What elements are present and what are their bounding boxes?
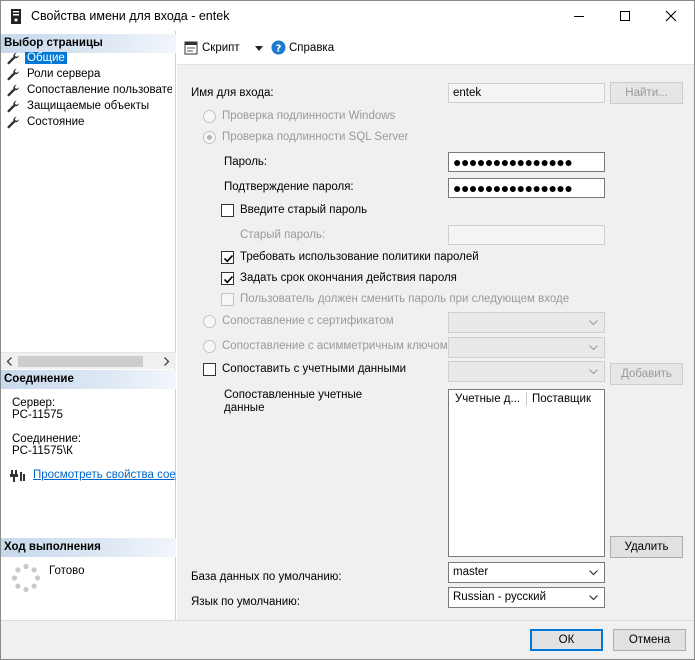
server-value: PC-11575 [12,409,63,421]
nav-item-label: Сопоставление пользователей [27,84,172,96]
asym-key-mapping-label: Сопоставление с асимметричным ключом [222,340,448,352]
chevron-down-icon [589,570,598,576]
old-password-checkbox-label: Введите старый пароль [240,204,368,216]
app-icon [11,9,21,24]
connection-value: PC-11575\К [12,445,73,457]
cert-mapping-radio[interactable] [203,315,216,328]
must-change-label: Пользователь должен сменить пароль при с… [240,293,570,305]
credential-combo[interactable] [448,361,605,382]
default-lang-label: Язык по умолчанию: [191,596,300,608]
chevron-down-icon [589,369,598,375]
mapped-credentials-label-line2: данные [224,402,265,414]
chevron-down-icon [589,320,598,326]
nav-item-label: Общие [25,52,67,64]
progress-status: Готово [49,565,85,577]
grid-column-separator[interactable] [526,392,527,406]
window-title: Свойства имени для входа - entek [31,9,230,23]
enforce-policy-label: Требовать использование политики паролей [240,251,479,263]
chevron-down-icon[interactable] [255,46,263,51]
progress-spinner-icon [11,563,41,593]
nav-item-label: Состояние [27,116,85,128]
dialog-button-bar: ОК Отмена [1,620,694,659]
asym-key-combo[interactable] [448,337,605,358]
close-button[interactable] [648,1,694,31]
old-password-label: Старый пароль: [240,229,326,241]
chevron-right-icon[interactable] [163,357,170,366]
connection-properties-icon [10,470,25,482]
confirm-password-field[interactable]: ●●●●●●●●●●●●●●● [448,178,605,198]
grid-header-credential[interactable]: Учетные д... [455,393,520,405]
sql-auth-radio[interactable] [203,131,216,144]
nav-item-label: Защищаемые объекты [27,100,150,112]
chevron-down-icon [589,345,598,351]
cert-mapping-label: Сопоставление с сертификатом [222,315,394,327]
must-change-checkbox[interactable] [221,293,234,306]
select-page-header: Выбор страницы [1,34,176,53]
nav-horizontal-scrollbar[interactable] [1,352,176,369]
wrench-icon [7,100,19,113]
cancel-button[interactable]: Отмена [613,629,686,651]
find-button[interactable]: Найти... [610,82,683,104]
windows-auth-label: Проверка подлинности Windows [222,110,396,122]
default-db-combo[interactable]: master [448,562,605,583]
login-name-field[interactable]: entek [448,83,605,103]
connection-label: Соединение: [12,433,82,445]
checkmark-icon [223,275,234,284]
help-label: Справка [289,42,335,54]
minimize-button[interactable] [556,1,602,31]
server-label: Сервер: [12,397,56,409]
left-pane: Выбор страницы Общие Роли сервера Сопост… [1,31,176,620]
enforce-expiration-checkbox[interactable] [221,272,234,285]
default-db-label: База данных по умолчанию: [191,571,342,583]
help-icon: ? [271,40,286,55]
ok-button[interactable]: ОК [530,629,603,651]
enforce-expiration-label: Задать срок окончания действия пароля [240,272,457,284]
add-credential-button[interactable]: Добавить [610,363,683,385]
toolbar: Скрипт ? Справка [177,31,694,65]
default-db-value: master [453,566,489,578]
confirm-password-label: Подтверждение пароля: [224,181,354,193]
mapped-credentials-grid[interactable]: Учетные д... Поставщик [448,389,605,557]
maximize-icon [620,11,630,21]
chevron-left-icon[interactable] [6,357,13,366]
password-field[interactable]: ●●●●●●●●●●●●●●● [448,152,605,172]
old-password-checkbox[interactable] [221,204,234,217]
connection-header: Соединение [1,370,176,389]
checkmark-icon [223,254,234,263]
login-name-label: Имя для входа: [191,87,274,99]
title-bar[interactable]: Свойства имени для входа - entek [1,1,694,31]
asym-key-mapping-radio[interactable] [203,340,216,353]
scrollbar-thumb[interactable] [18,356,143,367]
credential-mapping-label: Сопоставить с учетными данными [222,363,407,375]
windows-auth-radio[interactable] [203,110,216,123]
view-connection-properties-link[interactable]: Просмотреть свойства соединения [33,469,176,481]
enforce-policy-checkbox[interactable] [221,251,234,264]
general-page: Имя для входа: entek Найти... Проверка п… [177,65,694,620]
svg-text:?: ? [276,44,282,55]
remove-credential-button[interactable]: Удалить [610,536,683,558]
cert-combo[interactable] [448,312,605,333]
wrench-icon [7,84,19,97]
mapped-credentials-label-line1: Сопоставленные учетные [224,389,363,401]
script-label: Скрипт [202,42,240,54]
wrench-icon [7,52,19,65]
wrench-icon [7,116,19,129]
nav-item-label: Роли сервера [27,68,101,80]
close-icon [665,10,677,22]
maximize-button[interactable] [602,1,648,31]
minimize-icon [574,16,584,17]
chevron-down-icon [589,595,598,601]
grid-header-provider[interactable]: Поставщик [532,393,591,405]
credential-mapping-checkbox[interactable] [203,363,216,376]
progress-header: Ход выполнения [1,538,176,557]
default-lang-combo[interactable]: Russian - русский [448,587,605,608]
login-properties-dialog: Свойства имени для входа - entek Выбор с… [0,0,695,660]
wrench-icon [7,68,19,81]
password-label: Пароль: [224,156,268,168]
default-lang-value: Russian - русский [453,591,547,603]
script-icon [184,41,198,55]
old-password-field[interactable] [448,225,605,245]
sql-auth-label: Проверка подлинности SQL Server [222,131,409,143]
